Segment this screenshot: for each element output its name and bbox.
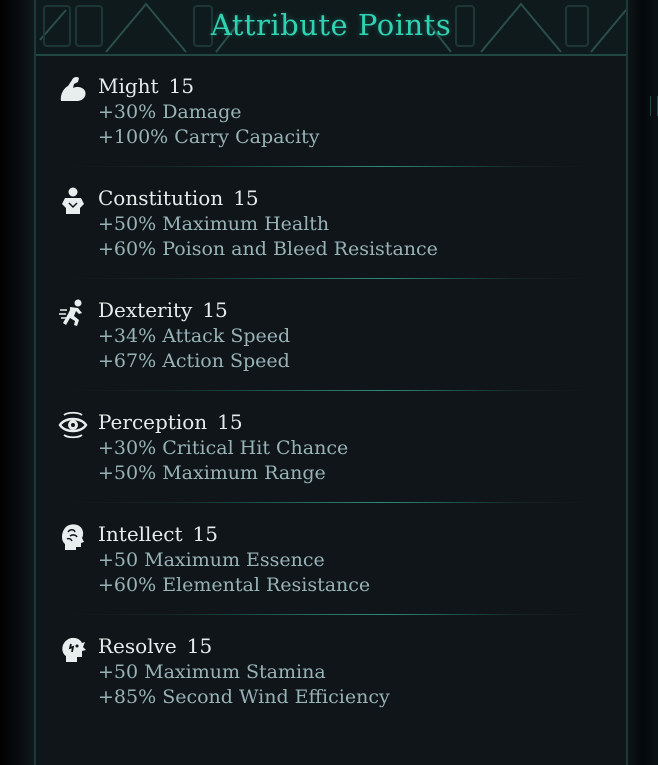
attribute-bonus: +50 Maximum Stamina (98, 661, 326, 683)
attribute-value: 15 (233, 186, 259, 210)
frame-tick (650, 96, 658, 116)
attribute-bonus: +85% Second Wind Efficiency (98, 686, 390, 708)
attribute-name: Dexterity 15 (98, 298, 228, 322)
divider (58, 278, 598, 279)
eye-icon (58, 411, 88, 439)
attribute-resolve[interactable]: Resolve 15 +50 Maximum Stamina +85% Secon… (58, 634, 618, 746)
attribute-bonus: +30% Critical Hit Chance (98, 437, 349, 459)
attribute-bonus: +50% Maximum Health (98, 213, 330, 235)
resolve-head-icon (62, 637, 86, 662)
attribute-bonus: +67% Action Speed (98, 350, 290, 372)
attribute-bonus: +60% Poison and Bleed Resistance (98, 238, 438, 260)
flexed-arm-icon (60, 76, 86, 101)
attribute-name: Constitution 15 (98, 186, 259, 210)
attribute-dexterity[interactable]: Dexterity 15 +34% Attack Speed +67% Actio… (58, 298, 618, 410)
attribute-perception[interactable]: Perception 15 +30% Critical Hit Chance +5… (58, 410, 618, 522)
divider (58, 390, 598, 391)
attribute-panel: Attribute Points Might 15 +30% Damage +10… (34, 0, 628, 765)
attribute-value: 15 (192, 522, 218, 546)
attribute-constitution[interactable]: Constitution 15 +50% Maximum Health +60% … (58, 186, 618, 298)
right-frame (628, 0, 658, 765)
running-figure-icon (59, 299, 82, 326)
attribute-name: Might 15 (98, 74, 195, 98)
attribute-bonus: +50 Maximum Essence (98, 549, 325, 571)
attribute-bonus: +100% Carry Capacity (98, 126, 320, 148)
torso-icon (62, 187, 84, 214)
attribute-value: 15 (202, 298, 228, 322)
attribute-bonus: +34% Attack Speed (98, 325, 291, 347)
attribute-bonus: +30% Damage (98, 101, 242, 123)
divider (58, 502, 598, 503)
divider (58, 614, 598, 615)
attribute-name: Intellect 15 (98, 522, 218, 546)
left-frame (0, 0, 34, 765)
attribute-bonus: +60% Elemental Resistance (98, 574, 371, 596)
attribute-bonus: +50% Maximum Range (98, 462, 326, 484)
attribute-name: Perception 15 (98, 410, 243, 434)
divider (58, 166, 598, 167)
attribute-value: 15 (217, 410, 243, 434)
panel-title: Attribute Points (210, 8, 452, 42)
attribute-name: Resolve 15 (98, 634, 213, 658)
attribute-value: 15 (168, 74, 195, 98)
brain-head-icon (62, 524, 84, 550)
attribute-value: 15 (186, 634, 213, 658)
panel-header: Attribute Points (36, 0, 626, 56)
attribute-intellect[interactable]: Intellect 15 +50 Maximum Essence +60% Ele… (58, 522, 618, 634)
attribute-might[interactable]: Might 15 +30% Damage +100% Carry Capacity (58, 74, 618, 186)
